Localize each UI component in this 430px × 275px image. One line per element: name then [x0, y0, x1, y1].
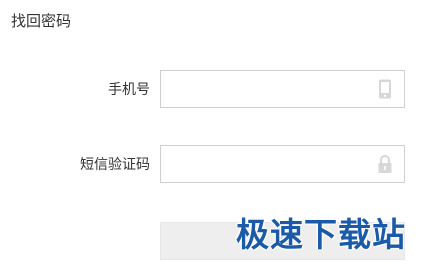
- page-title: 找回密码: [11, 12, 72, 30]
- phone-field[interactable]: [160, 70, 405, 108]
- phone-label: 手机号: [108, 82, 150, 98]
- sms-code-label: 短信验证码: [80, 157, 150, 173]
- phone-input[interactable]: [161, 71, 366, 107]
- watermark-logo: 极速下载站: [236, 215, 406, 254]
- sms-code-input[interactable]: [161, 146, 366, 182]
- sms-code-field[interactable]: [160, 145, 405, 183]
- lock-icon: [378, 155, 392, 173]
- mobile-phone-icon: [379, 79, 391, 99]
